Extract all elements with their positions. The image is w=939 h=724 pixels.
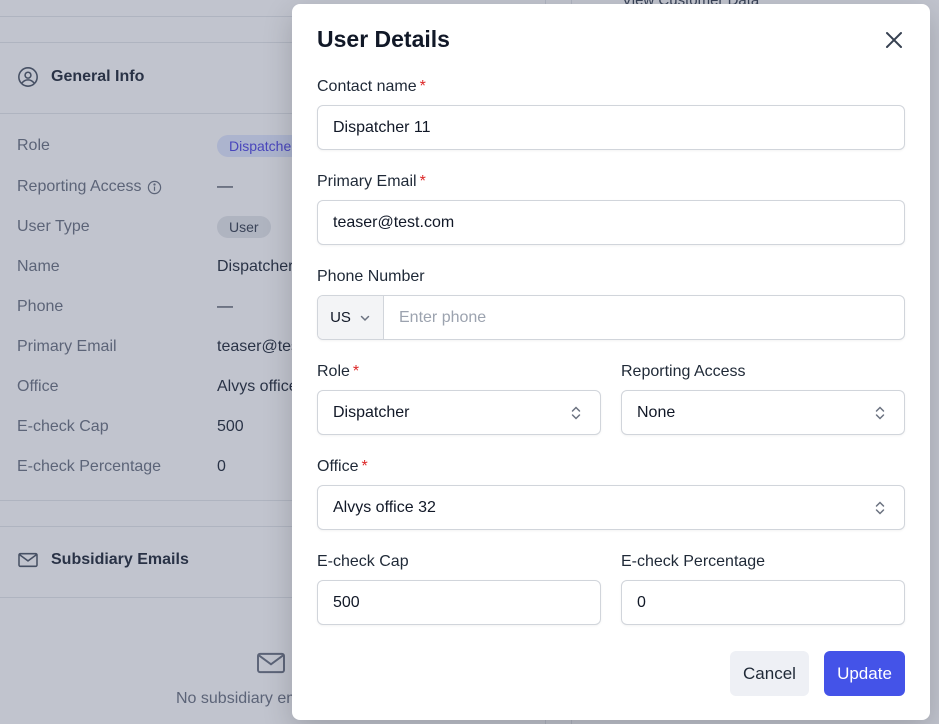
input-value: 0: [637, 593, 646, 611]
role-select[interactable]: Dispatcher: [317, 390, 601, 435]
required-asterisk: *: [352, 363, 360, 380]
office-select[interactable]: Alvys office 32: [317, 485, 905, 530]
office-label: Office *: [317, 458, 368, 476]
select-value: Dispatcher: [333, 403, 410, 421]
user-details-modal: User Details Contact name * Dispatcher 11…: [292, 4, 930, 720]
cancel-button[interactable]: Cancel: [730, 651, 809, 696]
required-asterisk: *: [361, 458, 368, 475]
label-text: Phone Number: [317, 268, 425, 285]
required-asterisk: *: [419, 78, 426, 95]
input-value: Dispatcher 11: [333, 118, 431, 136]
reporting-access-select[interactable]: None: [621, 390, 905, 435]
echeck-cap-label: E-check Cap: [317, 553, 409, 571]
chevron-updown-icon: [875, 406, 885, 420]
close-icon[interactable]: [882, 28, 906, 52]
modal-title: User Details: [317, 26, 450, 52]
country-code-select[interactable]: US: [318, 296, 384, 339]
chevron-down-icon: [360, 315, 370, 321]
label-text: Office: [317, 458, 359, 475]
label-text: E-check Percentage: [621, 553, 766, 570]
chevron-updown-icon: [875, 501, 885, 515]
contact-name-input[interactable]: Dispatcher 11: [317, 105, 905, 150]
country-code-value: US: [330, 309, 351, 326]
label-text: Role: [317, 363, 350, 380]
label-text: Reporting Access: [621, 363, 746, 380]
primary-email-label: Primary Email *: [317, 173, 426, 191]
input-value: 500: [333, 593, 360, 611]
label-text: Primary Email: [317, 173, 417, 190]
label-text: Contact name: [317, 78, 417, 95]
phone-placeholder: Enter phone: [399, 308, 487, 326]
echeck-percentage-label: E-check Percentage: [621, 553, 765, 571]
role-label: Role *: [317, 363, 359, 381]
select-value: Alvys office 32: [333, 498, 436, 516]
select-value: None: [637, 403, 676, 421]
phone-field: US Enter phone: [317, 295, 905, 340]
reporting-access-label: Reporting Access: [621, 363, 746, 381]
label-text: E-check Cap: [317, 553, 409, 570]
primary-email-input[interactable]: teaser@test.com: [317, 200, 905, 245]
contact-name-label: Contact name *: [317, 78, 426, 96]
input-value: teaser@test.com: [333, 213, 455, 231]
chevron-updown-icon: [571, 406, 581, 420]
required-asterisk: *: [419, 173, 426, 190]
update-button[interactable]: Update: [824, 651, 905, 696]
phone-number-label: Phone Number: [317, 268, 425, 286]
echeck-percentage-input[interactable]: 0: [621, 580, 905, 625]
echeck-cap-input[interactable]: 500: [317, 580, 601, 625]
phone-input[interactable]: Enter phone: [384, 296, 904, 339]
